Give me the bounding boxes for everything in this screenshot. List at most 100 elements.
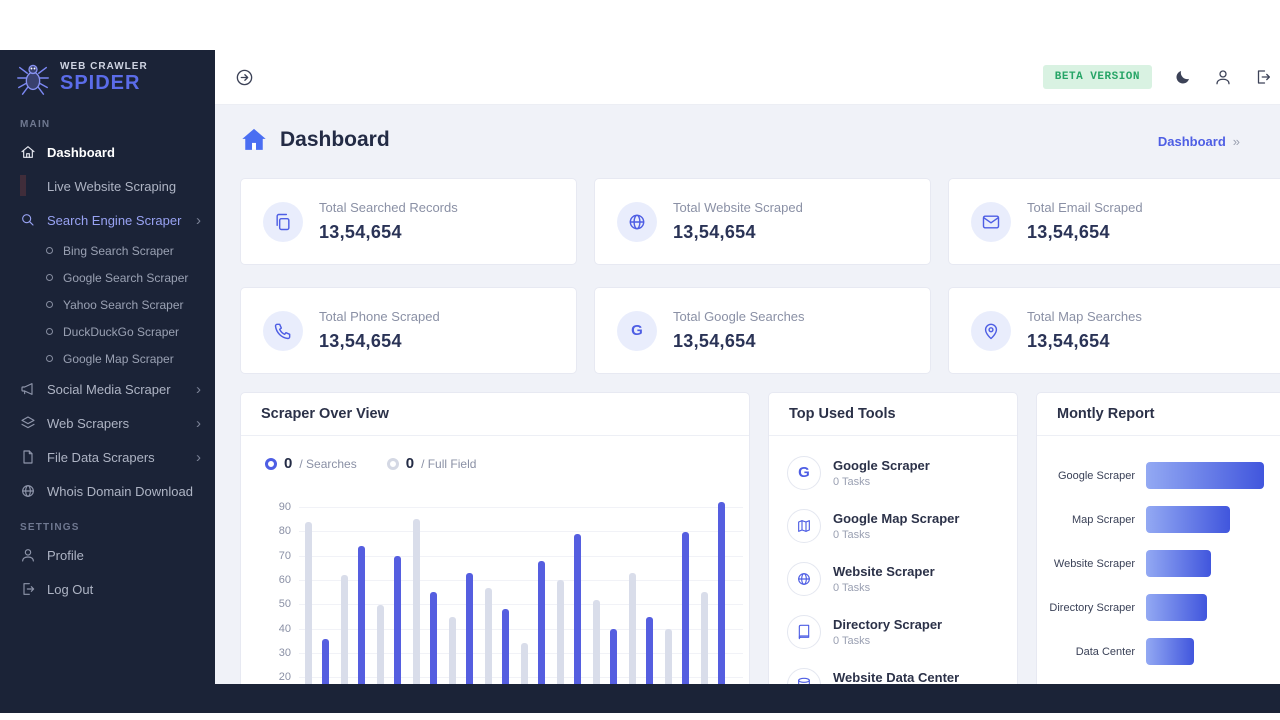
stat-value: 13,54,654 <box>319 222 402 242</box>
sidebar-item-dashboard[interactable]: Dashboard <box>0 135 215 169</box>
sidebar-item-web-scrapers[interactable]: Web Scrapers <box>0 406 215 440</box>
bar-searches <box>682 531 689 684</box>
bar-full-field <box>449 616 456 684</box>
tool-item-website-data-center[interactable]: Website Data Center 0 Tasks <box>769 658 1017 684</box>
moon-icon <box>1176 71 1189 84</box>
mail-icon <box>971 201 1011 242</box>
gridline <box>299 555 743 557</box>
bar-full-field <box>341 575 348 684</box>
tool-item-website-scraper[interactable]: Website Scraper 0 Tasks <box>769 552 1017 605</box>
bar-searches <box>646 616 653 684</box>
monthly-category-label: Directory Scraper <box>1049 601 1135 614</box>
bar-searches <box>502 609 509 684</box>
bar-full-field <box>305 521 312 684</box>
sidebar-item-logout[interactable]: Log Out <box>0 572 215 606</box>
bar-searches <box>574 534 581 684</box>
sidebar-subitem-duckduckgo[interactable]: DuckDuckGo Scraper <box>0 318 215 345</box>
sidebar-toggle-button[interactable] <box>235 68 254 87</box>
bar-full-field <box>377 604 384 684</box>
google-g-icon: G <box>617 310 657 351</box>
sidebar-subitem-bing-search[interactable]: Bing Search Scraper <box>0 237 215 264</box>
bullet-ring-icon <box>46 328 53 335</box>
profile-button[interactable] <box>1214 68 1232 86</box>
stat-value: 13,54,654 <box>673 222 756 242</box>
circle-arrow-icon <box>236 69 253 85</box>
stat-value: 13,54,654 <box>319 331 402 351</box>
stat-label: Total Map Searches <box>1027 309 1142 324</box>
monthly-bar <box>1146 462 1264 489</box>
y-tick-label: 60 <box>278 573 291 586</box>
sidebar-item-whois-download[interactable]: Whois Domain Download <box>0 474 215 508</box>
bar-full-field <box>593 599 600 684</box>
monthly-chart: Google Scraper Map Scraper Website Scraper… <box>1037 436 1280 665</box>
beta-version-badge: BETA VERSION <box>1042 65 1152 89</box>
tool-item-google-scraper[interactable]: G Google Scraper 0 Tasks <box>769 446 1017 499</box>
gridline <box>299 604 743 606</box>
sidebar-section-main: MAIN <box>20 119 51 130</box>
stat-label: Total Website Scraped <box>673 200 803 215</box>
sidebar-item-label: Dashboard <box>47 144 115 160</box>
legend-item-full-field[interactable]: 0 / Full Field <box>386 455 476 472</box>
stat-card-phone-scraped: Total Phone Scraped 13,54,654 <box>240 287 577 374</box>
bar-searches <box>394 555 401 684</box>
sidebar-subitem-yahoo-search[interactable]: Yahoo Search Scraper <box>0 291 215 318</box>
search-icon <box>20 212 36 228</box>
legend-value: 0 <box>405 455 415 472</box>
monthly-bar <box>1146 506 1230 533</box>
y-tick-label: 40 <box>278 622 291 635</box>
overview-plot <box>299 502 743 684</box>
sidebar-subitem-google-search[interactable]: Google Search Scraper <box>0 264 215 291</box>
top-header: BETA VERSION <box>215 50 1280 105</box>
sidebar-item-profile[interactable]: Profile <box>0 538 215 572</box>
home-icon <box>20 144 36 160</box>
sidebar-item-label: Log Out <box>47 581 94 597</box>
brand-logo[interactable]: WEB CRAWLER SPIDER <box>0 50 215 105</box>
legend-item-searches[interactable]: 0 / Searches <box>265 455 357 472</box>
logout-button[interactable] <box>1254 68 1272 86</box>
book-icon <box>787 614 821 649</box>
monthly-category-label: Website Scraper <box>1053 557 1135 570</box>
sidebar-item-social-media-scraper[interactable]: Social Media Scraper <box>0 372 215 406</box>
globe-icon <box>617 201 657 242</box>
sidebar-item-file-data-scrapers[interactable]: File Data Scrapers <box>0 440 215 474</box>
stat-card-website-scraped: Total Website Scraped 13,54,654 <box>594 178 931 265</box>
sidebar-item-search-engine-scraper[interactable]: Search Engine Scraper <box>0 203 215 237</box>
legend-value: 0 <box>284 455 293 472</box>
overview-y-axis: 90 80 70 60 50 40 30 20 <box>257 501 291 684</box>
breadcrumb-separator: » <box>1232 134 1240 149</box>
y-tick-label: 30 <box>278 646 291 659</box>
main-content: Dashboard Dashboard » Total Searched Rec… <box>215 105 1280 684</box>
bar-full-field <box>485 587 492 684</box>
stat-card-searched-records: Total Searched Records 13,54,654 <box>240 178 577 265</box>
sidebar-item-live-scraping[interactable]: Live Website Scraping <box>0 169 215 203</box>
megaphone-icon <box>20 381 36 397</box>
sidebar-subitem-google-map[interactable]: Google Map Scraper <box>0 345 215 372</box>
file-icon <box>20 449 36 465</box>
layers-icon <box>20 415 36 431</box>
gridline <box>299 579 743 581</box>
monthly-bar <box>1146 638 1195 665</box>
tool-name: Website Scraper <box>833 563 935 579</box>
tool-item-google-map-scraper[interactable]: Google Map Scraper 0 Tasks <box>769 499 1017 552</box>
map-icon <box>787 508 821 543</box>
globe-icon <box>787 561 821 596</box>
sidebar-item-label: Profile <box>47 547 84 563</box>
tool-item-directory-scraper[interactable]: Directory Scraper 0 Tasks <box>769 605 1017 658</box>
breadcrumb-dashboard-link[interactable]: Dashboard <box>1158 134 1226 149</box>
person-icon <box>1216 70 1230 85</box>
bar-searches <box>538 560 545 684</box>
monthly-row: Directory Scraper <box>1043 594 1280 621</box>
bullet-ring-icon <box>46 274 53 281</box>
sidebar-item-label: Search Engine Scraper <box>47 212 182 228</box>
panel-title: Scraper Over View <box>241 393 749 436</box>
brand-name-top: WEB CRAWLER <box>60 61 148 72</box>
sidebar-item-label: Social Media Scraper <box>47 381 171 397</box>
dark-mode-button[interactable] <box>1174 68 1192 86</box>
monthly-bar <box>1146 594 1208 621</box>
y-tick-label: 90 <box>278 501 291 513</box>
monthly-bar <box>1146 550 1211 577</box>
map-pin-icon <box>971 310 1011 351</box>
person-icon <box>20 547 36 563</box>
stat-label: Total Email Scraped <box>1027 200 1143 215</box>
monthly-row: Map Scraper <box>1043 506 1280 533</box>
